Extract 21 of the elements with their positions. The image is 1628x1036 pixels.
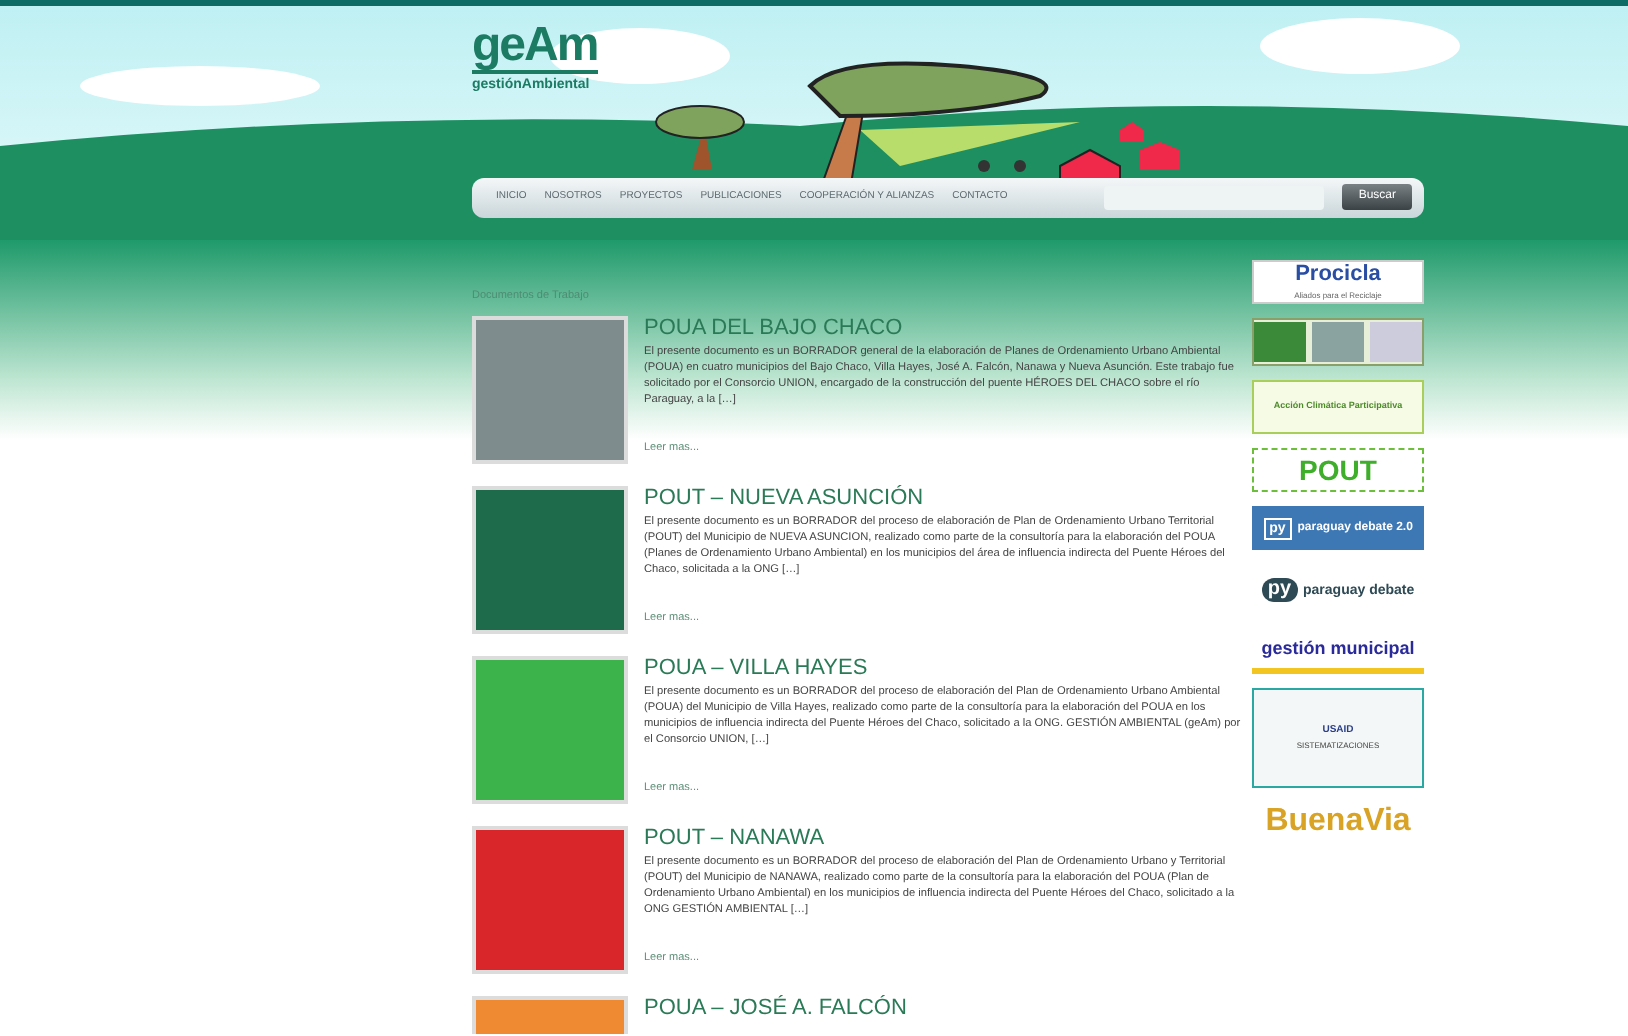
document-title[interactable]: POUT – NANAWA: [644, 826, 1242, 851]
logo-text: Procicla: [1295, 264, 1381, 286]
flag-picture: [1370, 322, 1422, 362]
partner-logo[interactable]: POUT: [1252, 448, 1424, 492]
document-title[interactable]: POUT – NUEVA ASUNCIÓN: [644, 486, 1242, 511]
document-cover[interactable]: [472, 826, 628, 975]
document-title[interactable]: POUA – JOSÉ A. FALCÓN: [644, 996, 907, 1021]
flag-picture: [1254, 322, 1306, 362]
partner-logo[interactable]: [1252, 318, 1424, 366]
document-cover[interactable]: [472, 656, 628, 805]
logo-text: BuenaVia: [1265, 806, 1411, 838]
document-cover[interactable]: [472, 316, 628, 465]
document-title[interactable]: POUA – VILLA HAYES: [644, 656, 1242, 681]
document-cover[interactable]: [472, 486, 628, 635]
flag-picture: [1312, 322, 1364, 362]
logo-text: py: [1261, 578, 1298, 602]
logo-text: gestión municipal: [1261, 640, 1415, 658]
document-title[interactable]: POUA DEL BAJO CHACO: [644, 316, 1242, 341]
logo-text: POUT: [1299, 456, 1377, 484]
logo-text[interactable]: geAm: [472, 22, 598, 74]
search-field[interactable]: [1104, 185, 1325, 209]
